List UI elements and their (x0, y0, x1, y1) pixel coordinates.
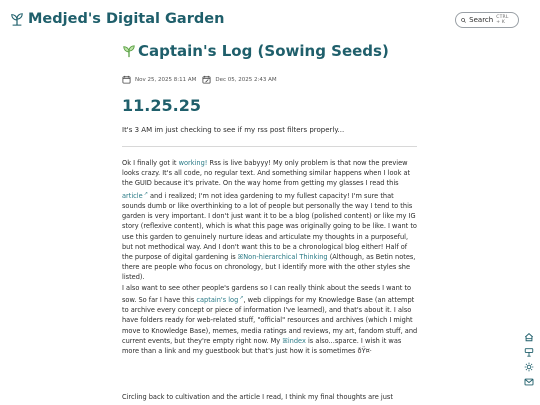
body-text-continued: Circling back to cultivation and the art… (122, 393, 393, 401)
site-title-text: Medjed's Digital Garden (28, 11, 225, 27)
top-bar: Medjed's Digital Garden Search CTRL + K (0, 0, 540, 40)
created-date: Nov 25, 2025 8:11 AM (135, 76, 197, 83)
article-link[interactable]: article (122, 192, 143, 200)
page-title-text: Captain's Log (Sowing Seeds) (138, 42, 389, 60)
search-shortcut: CTRL + K (496, 15, 509, 25)
theme-icon[interactable] (524, 362, 534, 372)
modified-date: Dec 05, 2025 2:43 AM (215, 76, 277, 83)
body-text: Ok I finally got it working! Rss is live… (122, 158, 418, 356)
home-icon[interactable] (524, 332, 534, 342)
side-toolbar (522, 332, 536, 387)
sprout-icon (11, 13, 23, 26)
captains-log-link[interactable]: captain's log (196, 296, 238, 304)
working-link[interactable]: working! (179, 159, 208, 167)
sign-icon[interactable] (524, 347, 534, 357)
index-link[interactable]: index (288, 337, 306, 345)
mail-icon[interactable] (524, 377, 534, 387)
body-text-segment: Ok I finally got it (122, 159, 179, 167)
page-dates: Nov 25, 2025 8:11 AM Dec 05, 2025 2:43 A… (122, 75, 277, 84)
intro-text: It's 3 AM im just checking to see if my … (122, 126, 345, 134)
search-button[interactable]: Search CTRL + K (455, 12, 519, 28)
post-heading: 11.25.25 (122, 96, 201, 115)
sprout-icon (123, 45, 135, 58)
divider (122, 146, 417, 147)
non-hierarchical-thinking-link[interactable]: Non-hierarchical Thinking (243, 253, 327, 261)
body-text-segment: and i realized; I'm not idea gardening t… (122, 191, 417, 262)
site-title-link[interactable]: Medjed's Digital Garden (10, 11, 224, 27)
page-title: Captain's Log (Sowing Seeds) (122, 42, 422, 60)
search-icon (461, 17, 466, 23)
calendar-edit-icon (202, 75, 211, 84)
calendar-icon (122, 75, 131, 84)
search-label: Search (469, 16, 494, 24)
